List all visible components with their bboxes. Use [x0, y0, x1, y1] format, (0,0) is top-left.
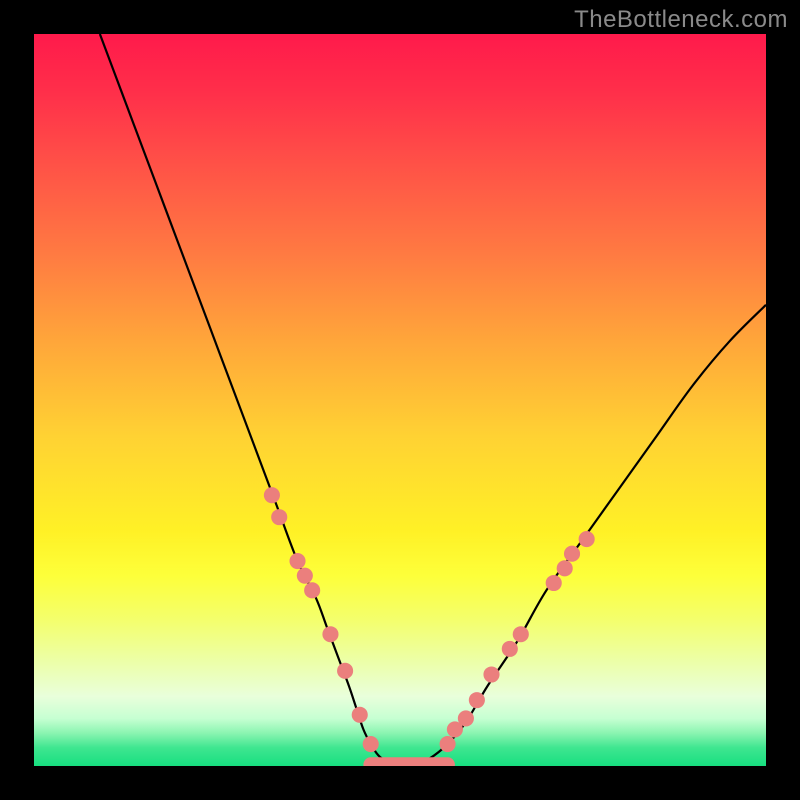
data-marker: [483, 666, 499, 682]
data-marker: [352, 707, 368, 723]
data-marker: [337, 663, 353, 679]
data-marker: [304, 582, 320, 598]
data-marker: [271, 509, 287, 525]
data-marker: [297, 568, 313, 584]
data-marker: [363, 736, 379, 752]
watermark-text: TheBottleneck.com: [574, 6, 788, 34]
data-marker: [579, 531, 595, 547]
curve-layer: [34, 34, 766, 766]
data-marker: [564, 546, 580, 562]
data-marker: [440, 736, 456, 752]
bottleneck-curve: [100, 34, 766, 766]
plot-area: [34, 34, 766, 766]
data-marker: [502, 641, 518, 657]
data-marker: [458, 710, 474, 726]
data-marker: [546, 575, 562, 591]
data-marker: [557, 560, 573, 576]
data-marker: [513, 626, 529, 642]
data-marker: [469, 692, 485, 708]
data-marker: [289, 553, 305, 569]
chart-frame: TheBottleneck.com: [0, 0, 800, 800]
data-marker: [322, 626, 338, 642]
data-marker: [264, 487, 280, 503]
